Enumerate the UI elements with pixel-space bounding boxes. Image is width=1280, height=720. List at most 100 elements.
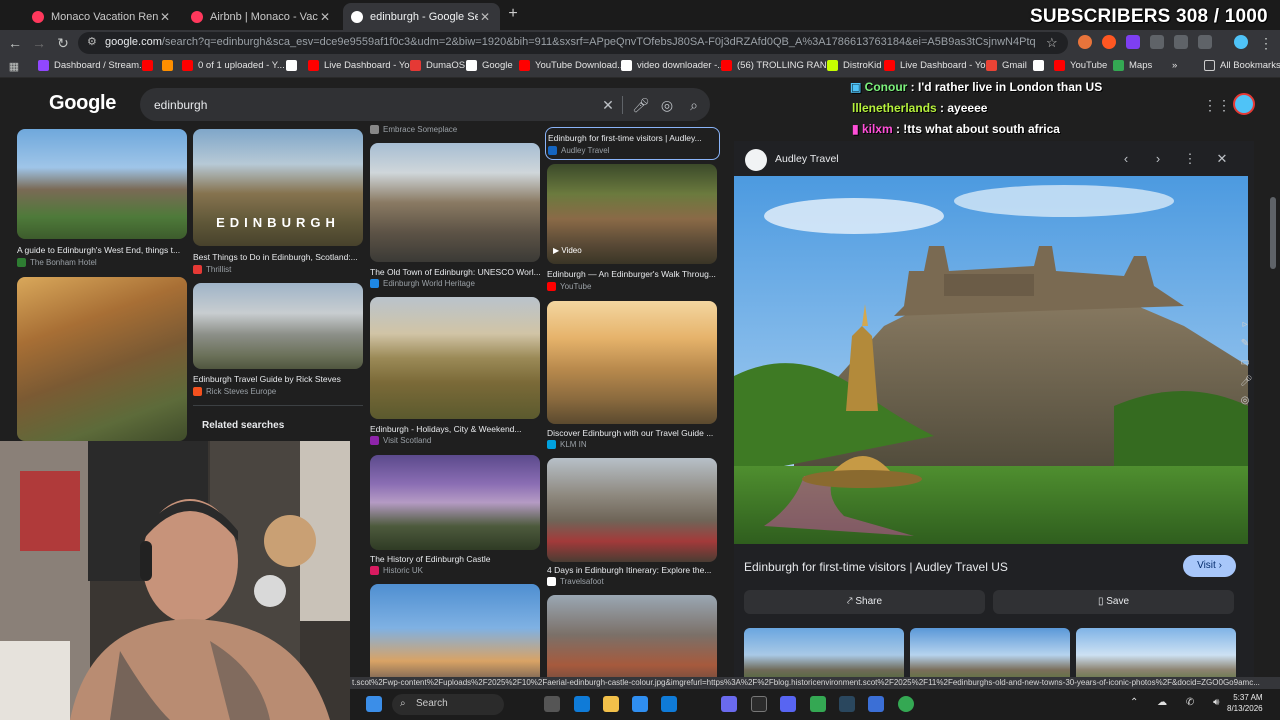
result-caption[interactable]: Edinburgh Travel Guide by Rick Steves [193, 374, 363, 384]
result-source[interactable]: Edinburgh World Heritage [370, 279, 475, 288]
next-image-chevron-icon[interactable]: › [1150, 151, 1166, 167]
result-source[interactable]: Visit Scotland [370, 436, 431, 445]
save-button[interactable]: ▯ Save [993, 590, 1234, 614]
result-image[interactable] [370, 297, 540, 419]
bookmark-item[interactable]: YouTube [1054, 60, 1107, 71]
extension-icon[interactable] [1174, 35, 1188, 49]
visit-button[interactable]: Visit › [1183, 555, 1236, 577]
app-icon[interactable] [721, 696, 737, 712]
tab-monaco-rentals[interactable]: Monaco Vacation Rentals (4.9 o ✕ [24, 3, 180, 30]
lens-camera-icon[interactable]: ◎ [658, 96, 676, 114]
tab-google-search[interactable]: edinburgh - Google Search ✕ [343, 3, 500, 30]
share-button[interactable]: ⤤ Share [744, 590, 985, 614]
result-caption[interactable]: The History of Edinburgh Castle [370, 554, 540, 564]
google-logo[interactable]: Google [49, 92, 116, 115]
bookmark-item[interactable]: 0 of 1 uploaded - Y... [182, 60, 285, 71]
steam-icon[interactable] [839, 696, 855, 712]
file-explorer-icon[interactable] [603, 696, 619, 712]
more-options-icon[interactable]: ⋮ [1182, 151, 1198, 167]
new-tab-icon[interactable]: + [505, 6, 521, 22]
result-image[interactable] [547, 458, 717, 562]
result-source[interactable]: Audley Travel [548, 146, 609, 155]
close-tab-icon[interactable]: ✕ [158, 10, 172, 24]
google-account-avatar[interactable] [1233, 93, 1255, 115]
result-source[interactable]: Embrace Someplace [370, 125, 457, 134]
result-image[interactable] [370, 584, 540, 689]
profile-avatar[interactable] [1234, 35, 1248, 49]
bookmark-item[interactable]: Maps [1113, 60, 1152, 71]
store-icon[interactable] [661, 696, 677, 712]
taskbar-search[interactable]: ⌕ Search [392, 694, 504, 715]
preview-title[interactable]: Edinburgh for first-time visitors | Audl… [744, 560, 1008, 574]
extensions-puzzle-icon[interactable] [1198, 35, 1212, 49]
google-apps-grid-icon[interactable]: ⋮⋮ [1203, 97, 1231, 114]
result-caption[interactable]: Edinburgh - Holidays, City & Weekend... [370, 424, 540, 434]
result-image[interactable] [370, 143, 540, 262]
bookmark-star-icon[interactable]: ☆ [1046, 35, 1058, 51]
windows-start-icon[interactable] [366, 696, 382, 712]
edge-icon[interactable] [574, 696, 590, 712]
system-tray-icons[interactable]: ⌃ ☁ ✆ 🔊︎ [1130, 697, 1227, 708]
result-caption[interactable]: Discover Edinburgh with our Travel Guide… [547, 428, 717, 438]
result-source[interactable]: Rick Steves Europe [193, 387, 276, 396]
address-url[interactable]: google.com/search?q=edinburgh&sca_esv=dc… [105, 36, 1035, 48]
bookmark-item[interactable] [142, 60, 158, 71]
site-info-icon[interactable]: ⚙ [87, 36, 100, 49]
bookmark-item[interactable]: Gmail [986, 60, 1027, 71]
browser-menu-icon[interactable]: ⋮ [1258, 35, 1274, 51]
extension-icon[interactable] [1102, 35, 1116, 49]
result-image[interactable] [193, 283, 363, 369]
app-icon[interactable] [751, 696, 767, 712]
bookmark-item[interactable]: video downloader -... [621, 60, 725, 71]
apps-grid-icon[interactable]: ▦ [6, 59, 22, 75]
mail-icon[interactable] [632, 696, 648, 712]
result-caption[interactable]: The Old Town of Edinburgh: UNESCO Worl..… [370, 267, 540, 277]
preview-image[interactable] [734, 176, 1248, 544]
back-arrow-icon[interactable]: ← [7, 35, 23, 51]
result-source[interactable]: KLM IN [547, 440, 587, 449]
extension-icon[interactable] [1126, 35, 1140, 49]
extension-icon[interactable] [1150, 35, 1164, 49]
result-caption[interactable]: Edinburgh — An Edinburger's Walk Throug.… [547, 269, 717, 279]
side-panel-icons[interactable]: ▹ ✎ ▭ 🎤︎ ◎ [1240, 315, 1253, 410]
search-box[interactable]: ✕ 🎤︎ ◎ ⌕ [140, 88, 710, 121]
result-caption[interactable]: A guide to Edinburgh's West End, things … [17, 245, 187, 255]
search-input[interactable] [154, 96, 574, 114]
all-bookmarks[interactable]: All Bookmarks [1204, 60, 1280, 71]
result-image[interactable]: EDINBURGH [193, 129, 363, 246]
result-source[interactable]: The Bonham Hotel [17, 258, 97, 267]
result-caption[interactable]: Edinburgh for first-time visitors | Audl… [548, 133, 718, 143]
result-image[interactable] [547, 595, 717, 689]
tab-airbnb-monaco[interactable]: Airbnb | Monaco - Vacation Ren ✕ [183, 3, 340, 30]
more-bookmarks-chevron-icon[interactable]: » [1172, 60, 1177, 71]
result-caption[interactable]: 4 Days in Edinburgh Itinerary: Explore t… [547, 565, 717, 575]
bookmark-item[interactable]: (56) TROLLING RAN... [721, 60, 835, 71]
extension-icon[interactable] [1078, 35, 1092, 49]
taskbar-clock[interactable]: 5:37 AM 8/13/2026 [1227, 692, 1263, 714]
close-preview-icon[interactable]: ✕ [1214, 151, 1230, 167]
search-icon[interactable]: ⌕ [685, 96, 703, 114]
app-icon[interactable] [868, 696, 884, 712]
reload-icon[interactable]: ↻ [55, 35, 71, 51]
preview-site-name[interactable]: Audley Travel [775, 153, 839, 165]
result-source[interactable]: Thrillist [193, 265, 231, 274]
result-image[interactable] [547, 301, 717, 424]
chrome-icon[interactable] [810, 696, 826, 712]
result-source[interactable]: Travelsafoot [547, 577, 604, 586]
bookmark-item[interactable] [286, 60, 302, 71]
bookmark-item[interactable]: Live Dashboard - Yo... [308, 60, 417, 71]
result-image[interactable] [17, 277, 187, 441]
bookmark-item[interactable]: Google [466, 60, 513, 71]
address-bar[interactable]: ⚙ google.com/search?q=edinburgh&sca_esv=… [78, 32, 1068, 54]
bookmark-item[interactable]: YouTube Download... [519, 60, 625, 71]
bookmark-item[interactable]: Dashboard / Stream... [38, 60, 147, 71]
bookmark-item[interactable]: DumaOS [410, 60, 465, 71]
bookmark-item[interactable]: Live Dashboard - Yo... [884, 60, 993, 71]
result-source[interactable]: YouTube [547, 282, 591, 291]
close-tab-icon[interactable]: ✕ [478, 10, 492, 24]
chrome-icon[interactable] [898, 696, 914, 712]
discord-icon[interactable] [780, 696, 796, 712]
bookmark-item[interactable]: DistroKid [827, 60, 882, 71]
close-tab-icon[interactable]: ✕ [318, 10, 332, 24]
page-scrollbar[interactable] [1270, 197, 1276, 269]
